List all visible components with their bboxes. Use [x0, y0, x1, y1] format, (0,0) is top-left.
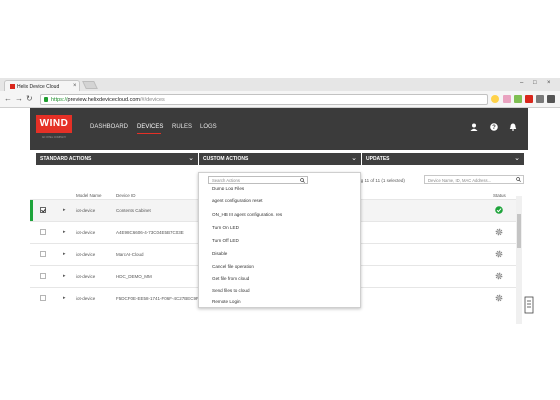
- action-search-input[interactable]: Search Actions: [208, 176, 308, 184]
- nav-devices[interactable]: DEVICES: [137, 124, 163, 130]
- row-checkbox[interactable]: [40, 251, 46, 257]
- standard-actions-label: STANDARD ACTIONS: [40, 156, 92, 162]
- active-nav-indicator: [137, 133, 161, 134]
- wind-logo[interactable]: WIND: [36, 115, 72, 133]
- expand-row-icon[interactable]: ▸: [63, 207, 66, 213]
- tab-title: Helix Device Cloud: [17, 84, 60, 90]
- menu-item-cancel-file-operation[interactable]: Cancel file operation: [212, 264, 254, 269]
- updates-dropdown[interactable]: UPDATES ⌄: [362, 153, 524, 165]
- nav-logs[interactable]: LOGS: [200, 124, 217, 130]
- new-tab-button[interactable]: [82, 81, 98, 89]
- logo-subtitle: AN INTEL COMPANY: [41, 136, 67, 139]
- custom-actions-label: CUSTOM ACTIONS: [203, 156, 249, 162]
- help-icon[interactable]: ?: [490, 123, 498, 131]
- row-checkbox[interactable]: [40, 207, 46, 213]
- action-search-placeholder: Search Actions: [212, 178, 240, 183]
- app-header: WIND AN INTEL COMPANY DASHBOARD DEVICES …: [30, 108, 528, 150]
- menu-item-send-files-to-cloud[interactable]: Send files to cloud: [212, 288, 250, 293]
- chevron-down-icon: ⌄: [351, 155, 357, 162]
- column-header-status[interactable]: Status: [493, 193, 506, 198]
- device-id-cell: MarcAI-Cloud: [116, 252, 144, 257]
- model-cell: iot-device: [76, 274, 96, 279]
- search-placeholder: Device Name, ID, MAC Address...: [428, 177, 492, 183]
- expand-row-icon[interactable]: ▸: [63, 295, 66, 301]
- expand-row-icon[interactable]: ▸: [63, 251, 66, 257]
- row-checkbox[interactable]: [40, 229, 46, 235]
- row-checkbox[interactable]: [40, 295, 46, 301]
- status-ok-icon: [495, 206, 503, 214]
- menu-icon[interactable]: [547, 95, 555, 103]
- menu-item-turn-off-led[interactable]: Turn Off LED: [212, 238, 239, 243]
- device-id-cell: F5DCF0E-EE58-1741-F06F-4C27BEC9F4FF: [116, 296, 207, 301]
- menu-item-agent-configuration-reset[interactable]: agent configuration reset: [212, 198, 263, 203]
- address-bar: ← → ↻ https://preview.helixdevicecloud.c…: [0, 91, 560, 108]
- nav-dashboard[interactable]: DASHBOARD: [90, 124, 128, 130]
- row-checkbox[interactable]: [40, 273, 46, 279]
- menu-item-disable[interactable]: Disable: [212, 251, 227, 256]
- search-icon[interactable]: [300, 178, 305, 183]
- menu-item-agent-configuration-res[interactable]: ON_HB III agent configuration. res: [212, 212, 282, 217]
- custom-actions-menu: Search Actions Dump Log Files agent conf…: [198, 172, 361, 308]
- browser-tab[interactable]: Helix Device Cloud ×: [4, 80, 80, 91]
- model-cell: iot-device: [76, 208, 96, 213]
- expand-row-icon[interactable]: ▸: [63, 273, 66, 279]
- device-id-cell: A4E98C6606-4-73C04E5B7C03E: [116, 230, 184, 235]
- extension-icon[interactable]: [525, 95, 533, 103]
- model-cell: iot-device: [76, 296, 96, 301]
- bookmark-star-icon[interactable]: [491, 95, 499, 103]
- extension-icon[interactable]: [514, 95, 522, 103]
- bell-icon[interactable]: [509, 123, 517, 131]
- standard-actions-dropdown[interactable]: STANDARD ACTIONS ⌄: [36, 153, 198, 165]
- user-icon[interactable]: [470, 123, 478, 131]
- svg-text:?: ?: [492, 125, 496, 131]
- device-search-input[interactable]: Device Name, ID, MAC Address...: [424, 175, 524, 184]
- table-scrollbar[interactable]: [516, 196, 522, 324]
- model-cell: iot-device: [76, 230, 96, 235]
- close-tab-icon[interactable]: ×: [73, 83, 77, 89]
- favicon-icon: [10, 84, 15, 89]
- lock-icon: [44, 97, 48, 102]
- back-button[interactable]: ←: [4, 94, 12, 104]
- close-window-button[interactable]: ×: [547, 79, 551, 87]
- url-input[interactable]: https://preview.helixdevicecloud.com/#/d…: [40, 94, 488, 105]
- gear-icon[interactable]: [495, 250, 503, 258]
- updates-label: UPDATES: [366, 156, 390, 162]
- selected-indicator: [30, 200, 33, 222]
- nav-rules[interactable]: RULES: [172, 124, 192, 130]
- menu-item-dump-log-files[interactable]: Dump Log Files: [212, 185, 244, 190]
- expand-row-icon[interactable]: ▸: [63, 229, 66, 235]
- custom-actions-dropdown[interactable]: CUSTOM ACTIONS ⌄: [199, 153, 361, 165]
- gear-icon[interactable]: [495, 294, 503, 302]
- reload-button[interactable]: ↻: [26, 94, 33, 104]
- menu-item-turn-on-led[interactable]: Turn On LED: [212, 225, 239, 230]
- search-icon[interactable]: [516, 177, 521, 182]
- column-header-model[interactable]: Model Name: [76, 193, 102, 198]
- feedback-tab-icon[interactable]: [524, 296, 534, 314]
- device-id-cell: HDC_DEMO_MM: [116, 274, 152, 279]
- gear-icon[interactable]: [495, 228, 503, 236]
- tab-strip: Helix Device Cloud × – □ ×: [0, 78, 560, 91]
- device-id-cell: Contents Cabinet: [116, 208, 151, 213]
- menu-item-get-file-from-cloud[interactable]: Get file from cloud: [212, 276, 249, 281]
- url-text: https://preview.helixdevicecloud.com/#/d…: [51, 97, 165, 103]
- filter-info: ving 11 of 11 (1 selected): [355, 178, 405, 183]
- forward-button[interactable]: →: [15, 94, 23, 104]
- chevron-down-icon: ⌄: [188, 155, 194, 162]
- column-header-device-id[interactable]: Device ID: [116, 193, 136, 198]
- maximize-button[interactable]: □: [533, 79, 537, 87]
- extension-icon[interactable]: [536, 95, 544, 103]
- minimize-button[interactable]: –: [520, 79, 523, 87]
- extension-icon[interactable]: [503, 95, 511, 103]
- gear-icon[interactable]: [495, 272, 503, 280]
- model-cell: iot-device: [76, 252, 96, 257]
- chevron-down-icon: ⌄: [514, 155, 520, 162]
- scrollbar-thumb[interactable]: [517, 214, 521, 248]
- menu-item-remote-login[interactable]: Remote Login: [212, 299, 241, 304]
